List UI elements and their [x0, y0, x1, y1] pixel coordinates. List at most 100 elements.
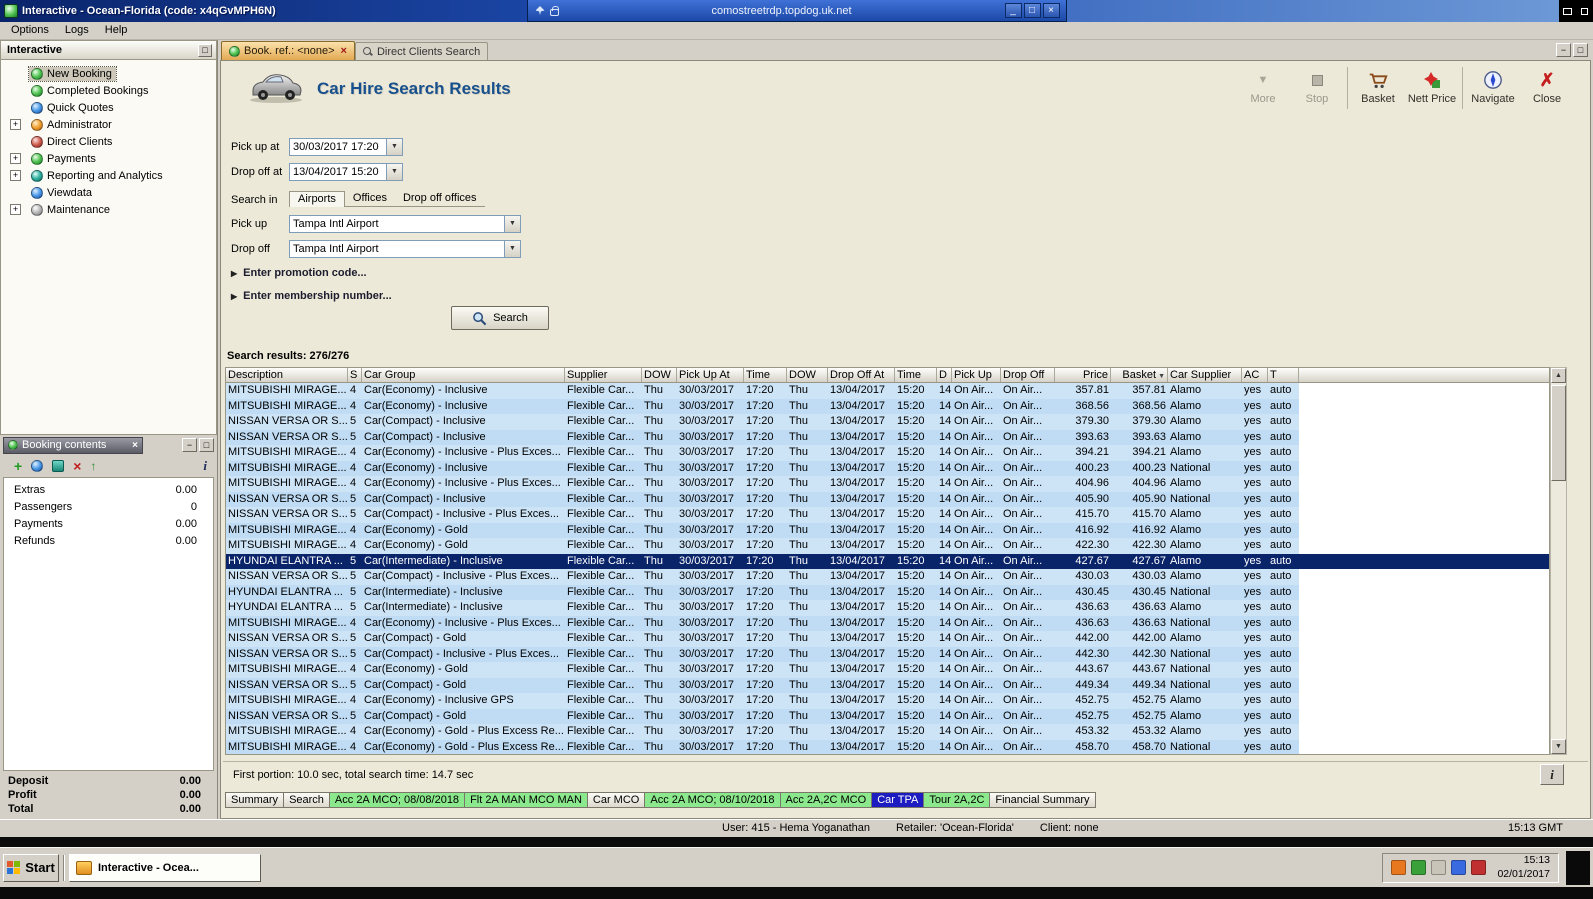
vertical-scrollbar[interactable]: ▲ ▼: [1550, 367, 1567, 755]
expand-icon[interactable]: +: [10, 119, 21, 130]
result-row[interactable]: NISSAN VERSA OR S... 5 Car(Compact) - Incl…: [226, 569, 1549, 585]
sidebar-item-quick-quotes[interactable]: Quick Quotes: [1, 99, 216, 116]
basket-button[interactable]: Basket: [1351, 67, 1405, 105]
panel-minimize-button[interactable]: −: [1556, 43, 1571, 57]
tab-car-mco[interactable]: Car MCO: [587, 792, 646, 808]
menu-options[interactable]: Options: [3, 22, 57, 39]
import-icon[interactable]: [52, 460, 65, 472]
list-item[interactable]: Passengers 0: [4, 498, 213, 515]
result-row[interactable]: NISSAN VERSA OR S... 5 Car(Compact) - Incl…: [226, 507, 1549, 523]
tray-icon[interactable]: [1391, 860, 1407, 875]
column-header[interactable]: S: [348, 368, 362, 382]
result-row[interactable]: MITSUBISHI MIRAGE... 4 Car(Economy) - Incl…: [226, 445, 1549, 461]
tab-car-tpa[interactable]: Car TPA: [872, 792, 925, 808]
result-row[interactable]: MITSUBISHI MIRAGE... 4 Car(Economy) - Gold…: [226, 724, 1549, 740]
column-header[interactable]: Description: [226, 368, 348, 382]
sidebar-item-administrator[interactable]: + Administrator: [1, 116, 216, 133]
restore-icon[interactable]: [1559, 0, 1576, 22]
column-header[interactable]: AC: [1242, 368, 1268, 382]
result-row[interactable]: HYUNDAI ELANTRA ... 5 Car(Intermediate) - …: [226, 600, 1549, 616]
result-row[interactable]: MITSUBISHI MIRAGE... 4 Car(Economy) - Gold…: [226, 739, 1549, 754]
close-icon[interactable]: [1576, 0, 1593, 22]
tab-close-icon[interactable]: ×: [341, 45, 347, 57]
tab-tour-2a2c[interactable]: Tour 2A,2C: [924, 792, 991, 808]
close-icon[interactable]: ×: [132, 440, 138, 451]
info-icon[interactable]: i: [203, 459, 207, 473]
column-header[interactable]: DOW: [642, 368, 677, 382]
sidebar-item-maintenance[interactable]: + Maintenance: [1, 201, 216, 218]
navigate-button[interactable]: Navigate: [1466, 67, 1520, 105]
result-row[interactable]: MITSUBISHI MIRAGE... 4 Car(Economy) - Incl…: [226, 398, 1549, 414]
tray-icon[interactable]: [1451, 860, 1467, 875]
sidebar-item-completed-bookings[interactable]: Completed Bookings: [1, 82, 216, 99]
list-item[interactable]: Extras 0.00: [4, 481, 213, 498]
taskbar-task-interactive[interactable]: Interactive - Ocea...: [69, 853, 261, 882]
chevron-down-icon[interactable]: ▼: [386, 164, 402, 180]
add-icon[interactable]: +: [14, 459, 22, 473]
tab-direct-clients-search[interactable]: Direct Clients Search: [354, 42, 489, 60]
result-row[interactable]: NISSAN VERSA OR S... 5 Car(Compact) - Gold…: [226, 631, 1549, 647]
membership-number-expander[interactable]: ▶ Enter membership number...: [231, 290, 392, 302]
pickup-select[interactable]: Tampa Intl Airport ▼: [289, 215, 521, 233]
result-row[interactable]: HYUNDAI ELANTRA ... 5 Car(Intermediate) - …: [226, 584, 1549, 600]
column-header[interactable]: Time: [895, 368, 937, 382]
sidebar-item-direct-clients[interactable]: Direct Clients: [1, 133, 216, 150]
rdp-minimize-button[interactable]: _: [1004, 3, 1022, 18]
result-row[interactable]: MITSUBISHI MIRAGE... 4 Car(Economy) - Incl…: [226, 615, 1549, 631]
expand-icon[interactable]: +: [10, 204, 21, 215]
column-header[interactable]: Basket ▼: [1111, 368, 1168, 382]
result-row[interactable]: NISSAN VERSA OR S... 5 Car(Compact) - Gold…: [226, 677, 1549, 693]
tab-summary[interactable]: Summary: [225, 792, 285, 808]
more-button[interactable]: ▼ More: [1236, 67, 1290, 105]
result-row[interactable]: NISSAN VERSA OR S... 5 Car(Compact) - Gold…: [226, 708, 1549, 724]
tab-drop-off-offices[interactable]: Drop off offices: [395, 191, 485, 206]
column-header[interactable]: Car Group: [362, 368, 565, 382]
taskbar-clock[interactable]: 15:13 02/01/2017: [1491, 854, 1550, 880]
sidebar-item-viewdata[interactable]: Viewdata: [1, 184, 216, 201]
tab-airports[interactable]: Airports: [289, 191, 345, 207]
globe-icon[interactable]: [31, 460, 44, 472]
expand-icon[interactable]: +: [10, 153, 21, 164]
search-button[interactable]: Search: [451, 306, 549, 330]
column-header[interactable]: Car Supplier: [1168, 368, 1242, 382]
tab-booking-ref[interactable]: Book. ref.: <none> ×: [221, 41, 355, 60]
sidebar-item-new-booking[interactable]: New Booking: [1, 65, 216, 82]
tab-flt-2a-man-mco-man[interactable]: Flt 2A MAN MCO MAN: [465, 792, 588, 808]
nett-price-button[interactable]: Nett Price: [1405, 67, 1459, 105]
stop-button[interactable]: Stop: [1290, 67, 1344, 105]
list-item[interactable]: Payments 0.00: [4, 515, 213, 532]
tab-financial-summary[interactable]: Financial Summary: [990, 792, 1096, 808]
column-header[interactable]: T: [1268, 368, 1299, 382]
booking-contents-titlebar[interactable]: Booking contents ×: [3, 436, 143, 454]
scrollbar-thumb[interactable]: [1551, 385, 1566, 481]
column-header[interactable]: Time: [744, 368, 787, 382]
column-header[interactable]: Pick Up: [952, 368, 1001, 382]
move-up-icon[interactable]: ↑: [90, 459, 96, 473]
sidebar-item-reporting-and-analytics[interactable]: + Reporting and Analytics: [1, 167, 216, 184]
info-button[interactable]: i: [1540, 764, 1564, 785]
tab-acc-2a-mco-0808[interactable]: Acc 2A MCO; 08/08/2018: [329, 792, 466, 808]
pickup-at-select[interactable]: 30/03/2017 17:20 ▼: [289, 138, 403, 156]
start-button[interactable]: Start: [3, 853, 59, 882]
tray-icon[interactable]: [1411, 860, 1427, 875]
column-header[interactable]: DOW: [787, 368, 828, 382]
result-row[interactable]: MITSUBISHI MIRAGE... 4 Car(Economy) - Gold…: [226, 662, 1549, 678]
result-row[interactable]: MITSUBISHI MIRAGE... 4 Car(Economy) - Gold…: [226, 522, 1549, 538]
expand-icon[interactable]: +: [10, 170, 21, 181]
list-item[interactable]: Refunds 0.00: [4, 532, 213, 549]
tray-icon[interactable]: [1431, 860, 1447, 875]
result-row[interactable]: MITSUBISHI MIRAGE... 4 Car(Economy) - Incl…: [226, 693, 1549, 709]
pin-icon[interactable]: [535, 6, 545, 15]
column-header[interactable]: Drop Off At: [828, 368, 895, 382]
panel-minimize-button[interactable]: −: [182, 438, 197, 452]
dropoff-select[interactable]: Tampa Intl Airport ▼: [289, 240, 521, 258]
scroll-down-icon[interactable]: ▼: [1551, 739, 1566, 754]
delete-icon[interactable]: ×: [73, 459, 81, 473]
close-button[interactable]: ✗ Close: [1520, 67, 1574, 105]
menu-help[interactable]: Help: [97, 22, 136, 39]
tab-offices[interactable]: Offices: [345, 191, 395, 206]
window-controls[interactable]: [1559, 0, 1593, 22]
result-row[interactable]: NISSAN VERSA OR S... 5 Car(Compact) - Incl…: [226, 429, 1549, 445]
rdp-close-button[interactable]: ×: [1042, 3, 1060, 18]
column-header[interactable]: Supplier: [565, 368, 642, 382]
